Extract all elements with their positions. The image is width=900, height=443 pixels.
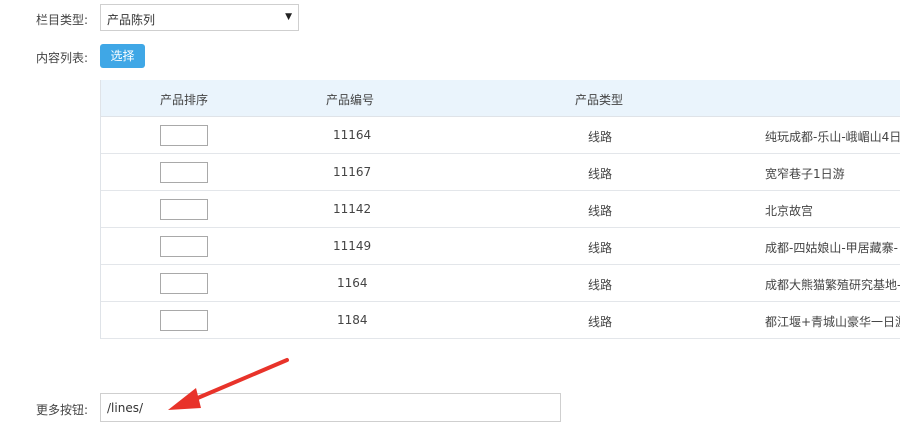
annotation-arrow-icon <box>168 358 289 410</box>
